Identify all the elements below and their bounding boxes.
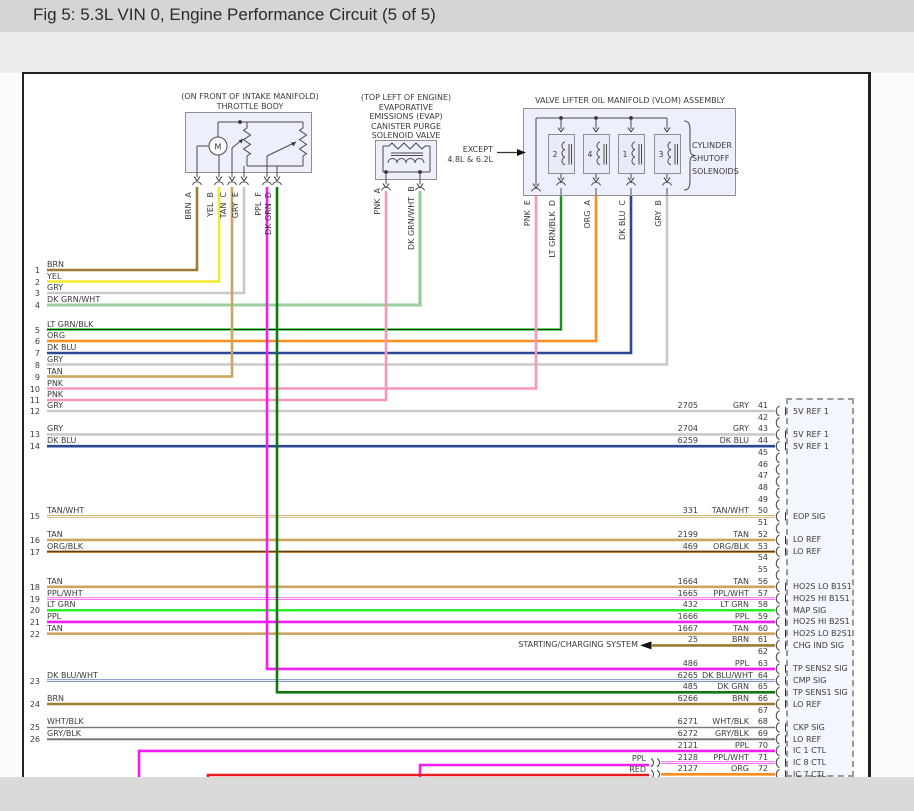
throttle-body-box (185, 112, 312, 173)
solenoid-box-1 (617, 134, 645, 174)
solenoid-box-4 (582, 134, 610, 174)
frame-top-border (22, 72, 870, 74)
figure-title-bar: Fig 5: 5.3L VIN 0, Engine Performance Ci… (0, 0, 914, 32)
wiring-diagram-page: Fig 5: 5.3L VIN 0, Engine Performance Ci… (0, 0, 914, 811)
evap-solenoid-box (375, 140, 437, 180)
solenoid-box-3 (653, 134, 681, 174)
ecm-connector-box (786, 398, 854, 777)
solenoid-box-2 (547, 134, 575, 174)
diagram-background (23, 74, 868, 777)
page-margin (0, 32, 914, 73)
frame-left-border (22, 72, 24, 777)
frame-right-border (868, 72, 871, 777)
figure-title: Fig 5: 5.3L VIN 0, Engine Performance Ci… (33, 5, 436, 24)
bottom-crop-band (0, 777, 914, 811)
